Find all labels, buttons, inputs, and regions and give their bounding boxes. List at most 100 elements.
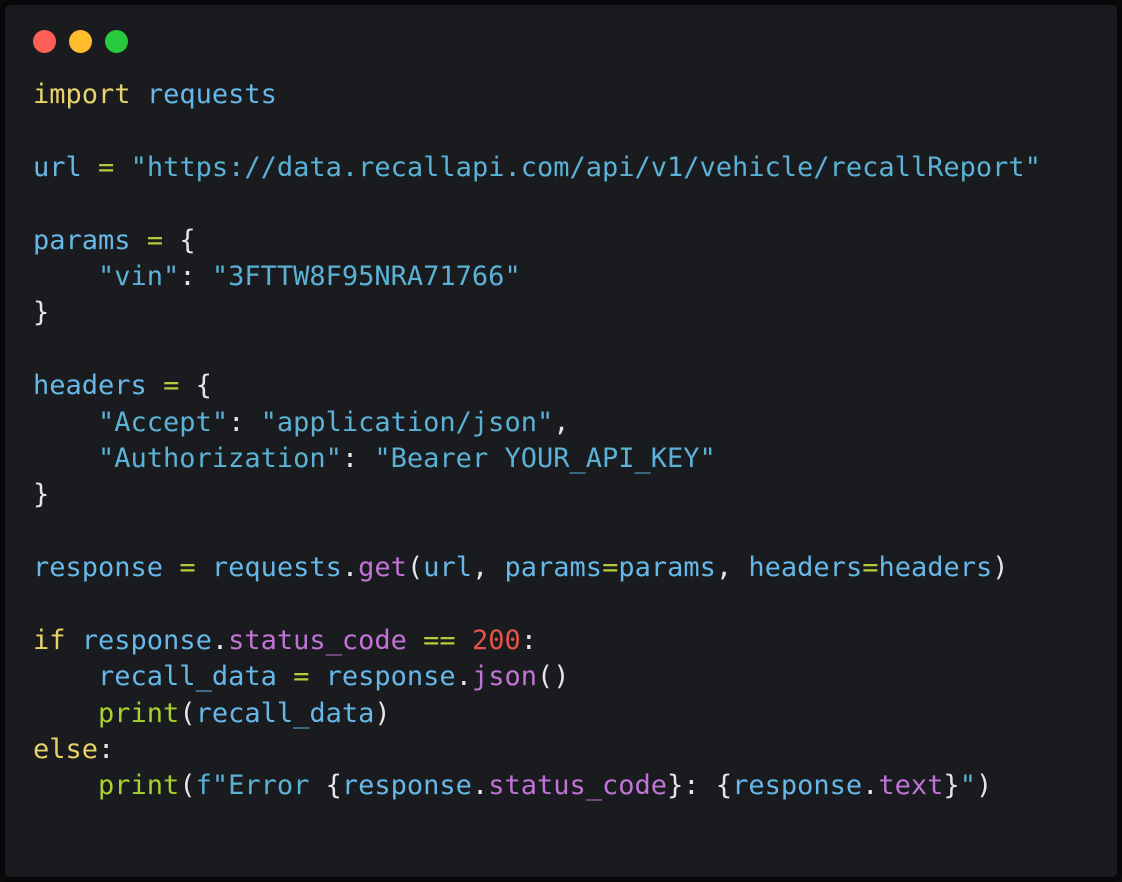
code-token: "application/json" bbox=[260, 406, 554, 438]
code-token: . bbox=[341, 552, 359, 584]
code-token: = bbox=[293, 661, 310, 693]
code-token: = bbox=[163, 370, 180, 402]
code-token: . bbox=[211, 624, 229, 656]
code-line: headers = { bbox=[33, 368, 1117, 404]
code-token: print bbox=[98, 697, 180, 729]
code-token: "3FTTW8F95NRA71766" bbox=[211, 260, 521, 292]
code-line: response = requests.get(url, params=para… bbox=[33, 550, 1117, 586]
code-token: . bbox=[862, 770, 879, 802]
code-token: get bbox=[358, 552, 407, 584]
code-token: " bbox=[959, 770, 976, 802]
code-line: if response.status_code == 200: bbox=[33, 623, 1117, 659]
code-token: response bbox=[325, 661, 456, 693]
code-token: response bbox=[732, 770, 863, 802]
code-token: "Authorization" bbox=[98, 442, 342, 474]
code-block[interactable]: import requests url = "https://data.reca… bbox=[33, 77, 1117, 877]
code-token: , bbox=[715, 552, 733, 584]
code-token: url bbox=[33, 151, 82, 183]
code-token: ) bbox=[975, 770, 993, 802]
code-token: { bbox=[715, 770, 733, 802]
code-line: } bbox=[33, 295, 1117, 331]
code-token: = bbox=[179, 552, 196, 584]
code-token: : bbox=[98, 734, 115, 766]
code-token: = bbox=[602, 552, 619, 584]
code-token: : bbox=[179, 260, 196, 292]
code-token: "Bearer YOUR_API_KEY" bbox=[374, 442, 716, 474]
code-token: response bbox=[341, 770, 472, 802]
code-token: "vin" bbox=[98, 260, 180, 292]
code-token: : bbox=[520, 624, 537, 656]
maximize-button-icon[interactable] bbox=[105, 29, 128, 53]
code-line: print(f"Error {response.status_code}: {r… bbox=[33, 768, 1117, 804]
code-token: , bbox=[471, 552, 489, 584]
code-token: requests bbox=[146, 79, 277, 110]
code-token: params bbox=[33, 224, 131, 256]
code-token: else bbox=[33, 734, 99, 766]
code-token: status_code bbox=[228, 624, 407, 656]
code-token: == bbox=[423, 624, 456, 656]
code-token: , bbox=[553, 406, 570, 438]
code-line: } bbox=[33, 477, 1117, 513]
code-token: recall_data bbox=[195, 697, 375, 729]
code-token: () bbox=[536, 661, 570, 693]
code-token: : bbox=[683, 770, 700, 802]
code-token: } bbox=[33, 479, 50, 511]
code-line: else: bbox=[33, 732, 1117, 768]
code-token: = bbox=[146, 224, 164, 256]
code-window: import requests url = "https://data.reca… bbox=[0, 0, 1122, 882]
code-token: . bbox=[471, 770, 489, 802]
code-line: "Authorization": "Bearer YOUR_API_KEY" bbox=[33, 441, 1117, 477]
code-token: if bbox=[33, 624, 66, 656]
code-token: print bbox=[98, 770, 180, 802]
code-token: requests bbox=[211, 552, 342, 584]
code-token: { bbox=[179, 224, 196, 256]
code-token: } bbox=[667, 770, 684, 802]
code-line: "vin": "3FTTW8F95NRA71766" bbox=[33, 259, 1117, 295]
code-line: "Accept": "application/json", bbox=[33, 405, 1117, 441]
code-token: : bbox=[228, 406, 245, 438]
minimize-button-icon[interactable] bbox=[69, 29, 92, 53]
code-token: ( bbox=[179, 697, 196, 729]
window-titlebar bbox=[5, 5, 1117, 77]
code-token: params bbox=[504, 552, 603, 584]
code-token: url bbox=[423, 552, 472, 584]
code-token: ) bbox=[374, 697, 391, 729]
code-token: } bbox=[33, 297, 50, 329]
code-line: url = "https://data.recallapi.com/api/v1… bbox=[33, 150, 1117, 186]
code-token: headers bbox=[878, 552, 993, 584]
code-token: import bbox=[33, 79, 131, 110]
code-token: text bbox=[878, 770, 944, 802]
code-token: . bbox=[455, 661, 472, 693]
code-token: ) bbox=[992, 552, 1009, 584]
code-token: response bbox=[33, 552, 164, 584]
close-button-icon[interactable] bbox=[33, 29, 56, 53]
code-token: } bbox=[943, 770, 960, 802]
code-token: "https://data.recallapi.com/api/v1/vehic… bbox=[130, 151, 1041, 183]
code-token: ( bbox=[179, 770, 196, 802]
